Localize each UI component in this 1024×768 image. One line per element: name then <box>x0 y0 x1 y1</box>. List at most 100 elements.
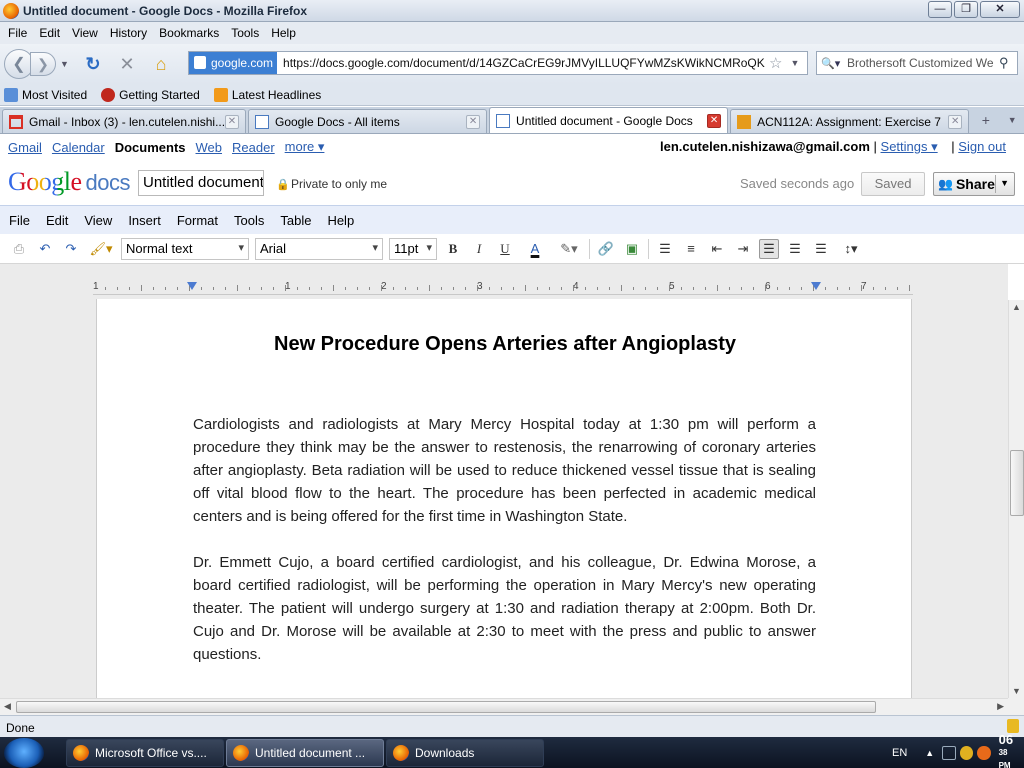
right-indent-marker[interactable] <box>811 282 821 290</box>
document-heading[interactable]: New Procedure Opens Arteries after Angio… <box>97 333 913 356</box>
tab-list-dropdown-icon[interactable]: ▼ <box>1001 109 1024 133</box>
bold-button[interactable]: B <box>443 239 463 259</box>
gbar-link-reader[interactable]: Reader <box>232 140 275 155</box>
menu-bookmarks[interactable]: Bookmarks <box>155 26 227 40</box>
align-center-icon[interactable]: ☰ <box>785 239 805 259</box>
decrease-indent-icon[interactable]: ⇤ <box>707 239 727 259</box>
docs-menu-insert[interactable]: Insert <box>128 213 161 228</box>
redo-icon[interactable]: ↷ <box>61 239 81 259</box>
minimize-button[interactable]: — <box>928 1 952 18</box>
home-icon[interactable]: ⌂ <box>149 52 173 76</box>
underline-button[interactable]: U <box>495 239 515 259</box>
share-button[interactable]: 👥 Share ▼ <box>933 172 1015 196</box>
new-tab-icon[interactable]: + <box>971 109 1000 133</box>
site-identity-badge[interactable]: google.com <box>189 52 278 74</box>
windows-start-icon[interactable] <box>4 738 44 768</box>
document-paragraph[interactable]: Dr. Emmett Cujo, a board certified cardi… <box>193 551 816 666</box>
horizontal-scroll-thumb[interactable] <box>16 701 876 713</box>
insert-image-icon[interactable]: ▣ <box>622 239 642 259</box>
text-color-button[interactable]: A <box>521 239 549 259</box>
history-dropdown-icon[interactable]: ▼ <box>60 59 72 69</box>
bookmark-star-icon[interactable]: ☆ <box>769 54 782 72</box>
gbar-link-more[interactable]: more ▾ <box>285 139 325 155</box>
docs-menu-view[interactable]: View <box>84 213 112 228</box>
reload-icon[interactable]: ↻ <box>81 52 105 76</box>
align-left-icon[interactable]: ☰ <box>759 238 779 259</box>
scroll-up-icon[interactable]: ▲ <box>1012 302 1021 312</box>
style-select[interactable]: Normal text <box>121 237 249 260</box>
horizontal-scrollbar[interactable]: ◀ ▶ <box>0 698 1008 715</box>
google-docs-logo[interactable]: Google docs <box>8 167 131 197</box>
left-indent-marker[interactable] <box>187 282 197 290</box>
print-icon[interactable]: ⎙ <box>9 239 29 259</box>
scroll-down-icon[interactable]: ▼ <box>1012 686 1021 696</box>
vertical-scroll-thumb[interactable] <box>1010 450 1024 516</box>
tab-google-docs-all-items[interactable]: Google Docs - All items ✕ <box>248 109 488 133</box>
docs-menu-edit[interactable]: Edit <box>46 213 68 228</box>
settings-link[interactable]: Settings ▾ <box>881 139 938 154</box>
font-size-select[interactable]: 11pt <box>389 237 437 260</box>
docs-menu-help[interactable]: Help <box>327 213 354 228</box>
italic-button[interactable]: I <box>469 239 489 259</box>
app-tray-icon[interactable] <box>977 745 991 760</box>
menu-edit[interactable]: Edit <box>35 26 68 40</box>
taskbar-item-office[interactable]: Microsoft Office vs.... <box>66 739 224 767</box>
vertical-scrollbar[interactable]: ▲ ▼ <box>1008 300 1024 698</box>
clock[interactable]: 0638 PM <box>999 733 1024 768</box>
highlight-color-icon[interactable]: ✎▾ <box>555 239 583 259</box>
taskbar-item-untitled-document[interactable]: Untitled document ... <box>226 739 384 767</box>
bulleted-list-icon[interactable]: ≡ <box>681 239 701 259</box>
forward-button[interactable]: ❯ <box>30 52 56 76</box>
increase-indent-icon[interactable]: ⇥ <box>733 239 753 259</box>
document-paragraph[interactable]: Cardiologists and radiologists at Mary M… <box>193 413 816 528</box>
undo-icon[interactable]: ↶ <box>35 239 55 259</box>
gbar-link-gmail[interactable]: Gmail <box>8 140 42 155</box>
search-bar[interactable]: 🔍▾ Brothersoft Customized We ⚲ <box>816 51 1018 75</box>
menu-file[interactable]: File <box>4 26 35 40</box>
volume-icon[interactable] <box>959 745 974 760</box>
insert-link-icon[interactable]: 🔗 <box>596 239 616 259</box>
document-title-input[interactable]: Untitled document <box>138 170 264 196</box>
scroll-right-icon[interactable]: ▶ <box>997 701 1004 712</box>
menu-tools[interactable]: Tools <box>227 26 267 40</box>
close-window-button[interactable]: ✕ <box>980 1 1020 18</box>
docs-menu-tools[interactable]: Tools <box>234 213 264 228</box>
line-spacing-icon[interactable]: ↕▾ <box>837 239 865 259</box>
sharing-status[interactable]: Private to only me <box>291 177 387 191</box>
secure-lock-icon[interactable] <box>1007 719 1019 733</box>
url-bar[interactable]: google.com https://docs.google.com/docum… <box>188 51 808 75</box>
numbered-list-icon[interactable]: ☰ <box>655 239 675 259</box>
paint-format-icon[interactable]: 🖌▾ <box>87 239 115 259</box>
menu-history[interactable]: History <box>106 26 155 40</box>
tab-close-icon[interactable]: ✕ <box>707 113 722 128</box>
url-text[interactable]: https://docs.google.com/document/d/14GZC… <box>277 56 765 70</box>
gbar-link-documents[interactable]: Documents <box>115 140 186 155</box>
bookmark-latest-headlines[interactable]: Latest Headlines <box>213 87 321 102</box>
align-right-icon[interactable]: ☰ <box>811 239 831 259</box>
font-select[interactable]: Arial <box>255 237 383 260</box>
taskbar-item-downloads[interactable]: Downloads <box>386 739 544 767</box>
tab-close-icon[interactable]: ✕ <box>948 114 963 129</box>
tab-close-icon[interactable]: ✕ <box>225 114 239 129</box>
sign-out-link[interactable]: Sign out <box>958 139 1006 154</box>
search-engine-icon[interactable]: 🔍▾ <box>817 57 847 70</box>
stop-icon[interactable]: ✕ <box>115 52 139 76</box>
saved-button[interactable]: Saved <box>861 172 925 196</box>
search-input[interactable]: Brothersoft Customized We <box>847 56 995 70</box>
document-page[interactable]: New Procedure Opens Arteries after Angio… <box>96 299 912 698</box>
gbar-link-calendar[interactable]: Calendar <box>52 140 105 155</box>
docs-menu-table[interactable]: Table <box>280 213 311 228</box>
tab-close-icon[interactable]: ✕ <box>466 114 481 129</box>
docs-menu-format[interactable]: Format <box>177 213 218 228</box>
url-dropdown-icon[interactable]: ▼ <box>791 58 800 68</box>
tab-untitled-document[interactable]: Untitled document - Google Docs ✕ <box>489 107 729 133</box>
menu-help[interactable]: Help <box>267 26 304 40</box>
share-dropdown-icon[interactable]: ▼ <box>1000 178 1009 188</box>
bookmark-most-visited[interactable]: Most Visited <box>4 87 87 102</box>
menu-view[interactable]: View <box>68 26 106 40</box>
network-icon[interactable] <box>942 745 956 760</box>
docs-menu-file[interactable]: File <box>9 213 30 228</box>
tab-gmail[interactable]: Gmail - Inbox (3) - len.cutelen.nishi...… <box>2 109 246 133</box>
ruler[interactable]: 1 1 2 3 4 5 6 7 <box>93 281 913 295</box>
show-hidden-icons-icon[interactable]: ▲ <box>925 748 934 758</box>
